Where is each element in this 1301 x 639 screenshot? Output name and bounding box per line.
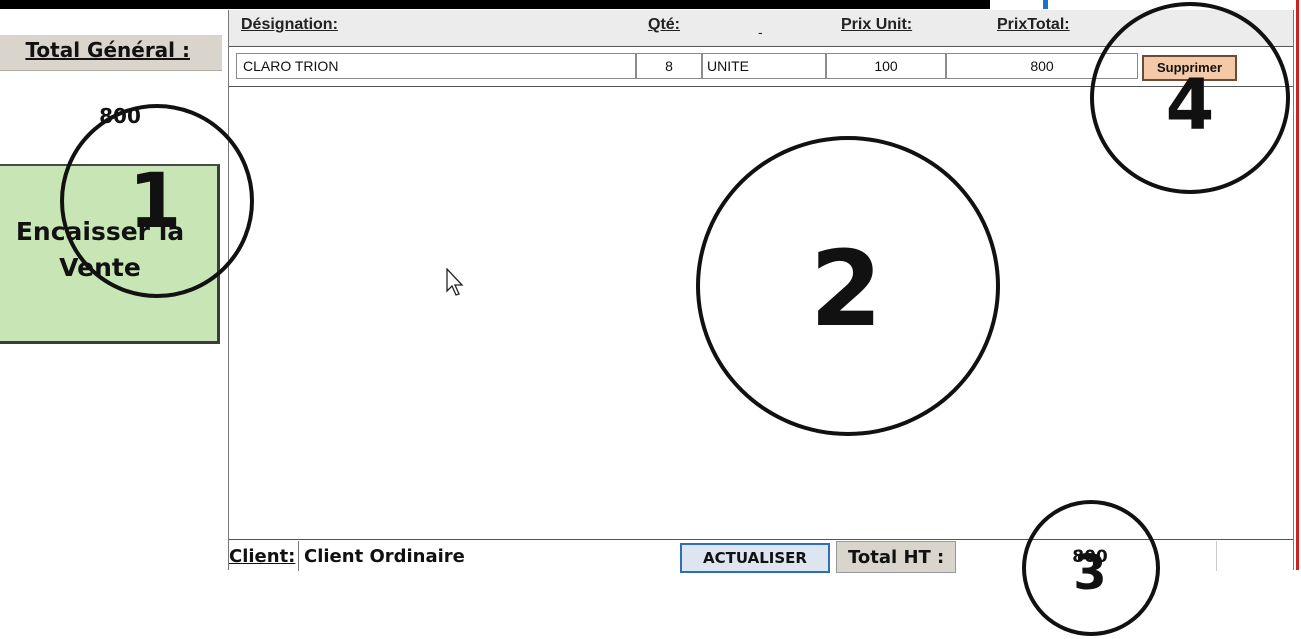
mouse-cursor-icon [446, 268, 464, 296]
total-general-label: Total Général : [25, 38, 190, 62]
annotation-number-4: 4 [1165, 64, 1215, 146]
header-dash: - [758, 24, 763, 40]
annotation-number-2: 2 [809, 228, 883, 350]
cell-prix-unit[interactable]: 100 [826, 53, 946, 79]
top-black-bar [0, 0, 990, 9]
header-prix-total: PrixTotal: [997, 16, 1070, 33]
header-prix-unit: Prix Unit: [841, 16, 913, 33]
total-ht-label: Total HT : [848, 547, 945, 568]
right-edge-red-line [1296, 0, 1299, 570]
client-value[interactable]: Client Ordinaire [304, 546, 465, 567]
cell-designation[interactable]: CLARO TRION [236, 53, 636, 79]
cell-unite[interactable]: UNITE [702, 53, 826, 79]
client-label: Client: [229, 546, 296, 567]
header-designation: Désignation: [241, 16, 338, 33]
annotation-number-3: 3 [1073, 545, 1107, 601]
cell-qte[interactable]: 8 [636, 53, 702, 79]
blue-marker [1043, 0, 1048, 9]
actualiser-button[interactable]: ACTUALISER [680, 543, 830, 573]
header-qte: Qté: [648, 16, 680, 33]
annotation-number-1: 1 [128, 156, 182, 245]
